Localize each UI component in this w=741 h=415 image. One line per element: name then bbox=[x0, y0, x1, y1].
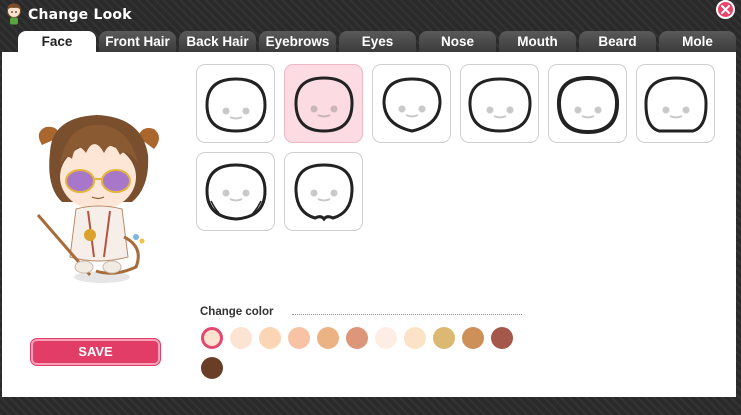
tab-beard[interactable]: Beard bbox=[579, 31, 656, 52]
tab-eyebrows[interactable]: Eyebrows bbox=[259, 31, 336, 52]
change-look-window: Change Look Face Front Hair Back Hair Ey… bbox=[0, 0, 741, 415]
face-option-1[interactable] bbox=[196, 64, 275, 143]
face-shape-icon bbox=[382, 77, 442, 133]
window-title: Change Look bbox=[28, 7, 132, 23]
tab-mole[interactable]: Mole bbox=[659, 31, 736, 52]
face-option-4[interactable] bbox=[460, 64, 539, 143]
tab-mouth[interactable]: Mouth bbox=[499, 31, 576, 52]
close-button[interactable] bbox=[716, 0, 735, 19]
content-panel: SAVE Change color bbox=[2, 52, 736, 397]
face-option-6[interactable] bbox=[636, 64, 715, 143]
face-option-2[interactable] bbox=[284, 64, 363, 143]
tab-bar: Face Front Hair Back Hair Eyebrows Eyes … bbox=[18, 31, 738, 53]
face-option-8[interactable] bbox=[284, 152, 363, 231]
face-shape-icon bbox=[556, 75, 620, 135]
face-option-7[interactable] bbox=[196, 152, 275, 231]
color-swatch[interactable] bbox=[404, 327, 426, 349]
tab-eyes[interactable]: Eyes bbox=[339, 31, 416, 52]
color-swatch[interactable] bbox=[317, 327, 339, 349]
color-swatch[interactable] bbox=[433, 327, 455, 349]
tab-face[interactable]: Face bbox=[18, 31, 96, 53]
divider bbox=[292, 314, 522, 315]
avatar-icon bbox=[7, 3, 21, 25]
face-option-3[interactable] bbox=[372, 64, 451, 143]
face-shape-icon bbox=[294, 163, 354, 222]
tab-back-hair[interactable]: Back Hair bbox=[179, 31, 256, 52]
color-swatch[interactable] bbox=[491, 327, 513, 349]
change-color-label: Change color bbox=[200, 306, 274, 318]
save-button[interactable]: SAVE bbox=[31, 339, 160, 365]
color-swatch[interactable] bbox=[230, 327, 252, 349]
face-shape-icon bbox=[294, 76, 354, 133]
color-swatch[interactable] bbox=[288, 327, 310, 349]
face-shape-icon bbox=[205, 163, 267, 221]
tab-front-hair[interactable]: Front Hair bbox=[99, 31, 176, 52]
tab-nose[interactable]: Nose bbox=[419, 31, 496, 52]
face-option-5[interactable] bbox=[548, 64, 627, 143]
color-swatch[interactable] bbox=[201, 327, 223, 349]
close-icon bbox=[721, 5, 730, 14]
title-bar[interactable]: Change Look bbox=[0, 0, 741, 30]
face-shape-icon bbox=[468, 77, 532, 133]
color-swatch[interactable] bbox=[259, 327, 281, 349]
color-swatch[interactable] bbox=[375, 327, 397, 349]
face-shape-icon bbox=[205, 77, 267, 133]
color-swatch[interactable] bbox=[346, 327, 368, 349]
face-shape-icon bbox=[644, 76, 708, 133]
color-swatch[interactable] bbox=[462, 327, 484, 349]
avatar-preview bbox=[36, 115, 159, 283]
color-swatch[interactable] bbox=[201, 357, 223, 379]
